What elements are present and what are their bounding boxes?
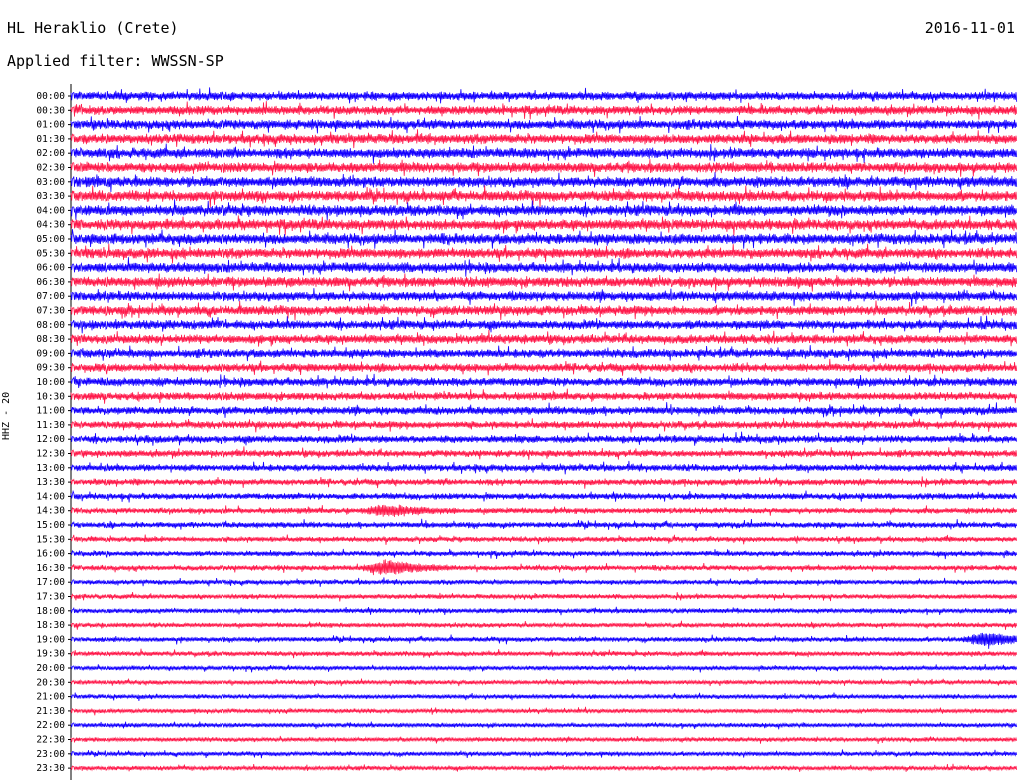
time-tick-label: 22:00 bbox=[36, 720, 65, 731]
time-tick-label: 19:00 bbox=[36, 634, 65, 645]
time-tick-label: 18:30 bbox=[36, 620, 65, 631]
seismic-trace bbox=[70, 101, 1018, 120]
time-tick-label: 20:00 bbox=[36, 663, 65, 674]
time-tick-label: 04:30 bbox=[36, 220, 65, 231]
time-tick-label: 17:00 bbox=[36, 577, 65, 588]
time-tick-label: 13:30 bbox=[36, 477, 65, 488]
seismic-trace bbox=[70, 257, 1018, 277]
seismic-trace bbox=[70, 460, 1018, 475]
seismic-trace bbox=[70, 664, 1018, 673]
time-tick-label: 11:30 bbox=[36, 420, 65, 431]
seismic-trace bbox=[70, 159, 1018, 177]
time-tick-label: 20:30 bbox=[36, 677, 65, 688]
seismic-trace bbox=[70, 215, 1018, 236]
time-tick-label: 19:30 bbox=[36, 649, 65, 660]
time-tick-label: 07:30 bbox=[36, 306, 65, 317]
time-tick-label: 21:00 bbox=[36, 692, 65, 703]
helicorder-chart: 00:00 00:30 01:00 01:30 02:00 02:30 03:00 03:30… bbox=[36, 84, 1018, 780]
seismic-trace bbox=[70, 185, 1018, 208]
seismic-trace bbox=[70, 504, 1018, 518]
time-tick-label: 06:00 bbox=[36, 263, 65, 274]
time-tick-label: 01:00 bbox=[36, 120, 65, 131]
time-tick-label: 10:30 bbox=[36, 391, 65, 402]
seismic-trace bbox=[70, 199, 1018, 221]
seismic-trace bbox=[70, 648, 1018, 659]
time-tick-label: 10:00 bbox=[36, 377, 65, 388]
seismic-trace bbox=[70, 559, 1018, 576]
time-tick-label: 14:00 bbox=[36, 491, 65, 502]
seismic-trace bbox=[70, 329, 1018, 347]
time-tick-label: 04:00 bbox=[36, 205, 65, 216]
seismic-trace bbox=[70, 288, 1018, 307]
seismic-trace bbox=[70, 115, 1018, 134]
seismic-trace bbox=[70, 358, 1018, 376]
seismic-trace bbox=[70, 632, 1018, 649]
time-tick-label: 14:30 bbox=[36, 506, 65, 517]
seismic-trace bbox=[70, 431, 1018, 446]
seismic-trace bbox=[70, 692, 1018, 701]
seismic-trace bbox=[70, 446, 1018, 460]
seismic-trace bbox=[70, 172, 1018, 193]
seismic-trace bbox=[70, 548, 1018, 560]
time-tick-label: 23:00 bbox=[36, 749, 65, 760]
time-tick-label: 03:00 bbox=[36, 177, 65, 188]
seismic-trace bbox=[70, 489, 1018, 503]
seismic-trace bbox=[70, 300, 1018, 321]
time-tick-label: 23:30 bbox=[36, 763, 65, 774]
seismic-trace bbox=[70, 591, 1018, 602]
seismic-trace bbox=[70, 763, 1018, 772]
time-tick-label: 05:30 bbox=[36, 248, 65, 259]
seismic-trace bbox=[70, 373, 1018, 389]
seismic-trace bbox=[70, 735, 1018, 745]
time-tick-label: 12:00 bbox=[36, 434, 65, 445]
seismic-trace bbox=[70, 345, 1018, 362]
time-tick-label: 09:00 bbox=[36, 348, 65, 359]
time-tick-label: 01:30 bbox=[36, 134, 65, 145]
time-tick-label: 09:30 bbox=[36, 363, 65, 374]
seismic-trace bbox=[70, 518, 1018, 531]
time-tick-label: 08:30 bbox=[36, 334, 65, 345]
time-tick-label: 02:30 bbox=[36, 163, 65, 174]
seismic-trace bbox=[70, 229, 1018, 249]
time-tick-label: 11:00 bbox=[36, 406, 65, 417]
time-tick-label: 06:30 bbox=[36, 277, 65, 288]
seismic-trace bbox=[70, 417, 1018, 433]
time-tick-label: 22:30 bbox=[36, 735, 65, 746]
seismic-trace bbox=[70, 273, 1018, 292]
seismic-trace bbox=[70, 749, 1018, 759]
time-tick-label: 05:00 bbox=[36, 234, 65, 245]
seismic-trace bbox=[70, 129, 1018, 149]
seismic-trace bbox=[70, 476, 1018, 489]
time-tick-label: 16:00 bbox=[36, 549, 65, 560]
time-tick-label: 00:30 bbox=[36, 105, 65, 116]
seismic-trace bbox=[70, 402, 1018, 419]
time-tick-label: 13:00 bbox=[36, 463, 65, 474]
time-tick-label: 12:30 bbox=[36, 449, 65, 460]
seismic-trace bbox=[70, 534, 1018, 545]
seismic-trace bbox=[70, 388, 1018, 404]
time-tick-label: 17:30 bbox=[36, 592, 65, 603]
time-tick-label: 00:00 bbox=[36, 91, 65, 102]
time-tick-label: 03:30 bbox=[36, 191, 65, 202]
seismic-trace bbox=[70, 577, 1018, 587]
seismic-trace bbox=[70, 143, 1018, 164]
time-tick-label: 15:30 bbox=[36, 534, 65, 545]
helicorder-page: HL Heraklio (Crete) 2016-11-01 Applied f… bbox=[0, 0, 1024, 780]
seismic-trace bbox=[70, 721, 1018, 730]
time-tick-label: 16:30 bbox=[36, 563, 65, 574]
time-tick-label: 21:30 bbox=[36, 706, 65, 717]
seismic-trace bbox=[70, 87, 1018, 104]
seismic-trace bbox=[70, 620, 1018, 630]
time-tick-label: 08:00 bbox=[36, 320, 65, 331]
seismic-trace bbox=[70, 315, 1018, 334]
time-tick-label: 18:00 bbox=[36, 606, 65, 617]
seismic-trace bbox=[70, 706, 1018, 716]
time-tick-label: 15:00 bbox=[36, 520, 65, 531]
seismic-trace bbox=[70, 243, 1018, 264]
time-tick-label: 02:00 bbox=[36, 148, 65, 159]
seismic-trace bbox=[70, 606, 1018, 616]
time-tick-label: 07:00 bbox=[36, 291, 65, 302]
seismic-trace bbox=[70, 678, 1018, 687]
